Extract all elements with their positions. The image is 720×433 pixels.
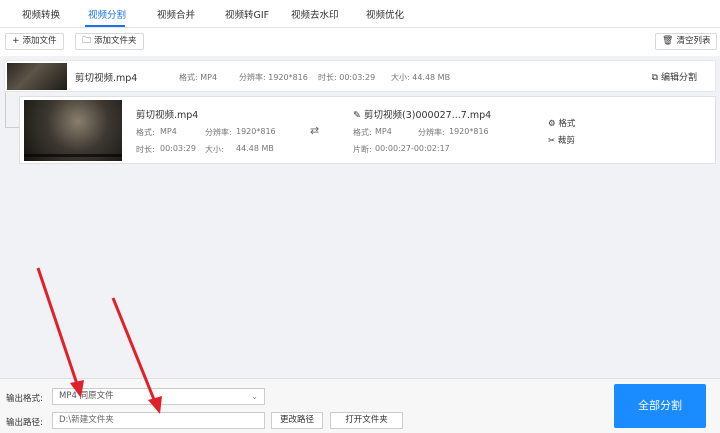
split-icon: ⧉	[651, 73, 659, 83]
clip-duration-value: 00:03:29	[160, 144, 196, 153]
trash-icon: 🗑	[662, 36, 674, 46]
source-file-name: 剪切视频.mp4	[75, 73, 138, 84]
split-all-button[interactable]: 全部分割	[614, 384, 706, 428]
output-path-field-label: 输出路径:	[6, 418, 43, 428]
output-path-input[interactable]: D:\新建文件夹	[52, 412, 265, 429]
clear-list-button[interactable]: 🗑 清空列表	[655, 33, 718, 50]
output-format-field-label: 输出格式:	[6, 394, 43, 404]
output-format-value: MP4	[375, 127, 392, 136]
output-resolution-value: 1920*816	[449, 127, 489, 136]
tab-video-to-gif[interactable]: 视频转GIF	[225, 7, 269, 21]
tab-video-merge[interactable]: 视频合并	[157, 7, 195, 21]
add-folder-button[interactable]: 🗀 添加文件夹	[75, 33, 144, 50]
clip-size-label: 大小:	[205, 145, 224, 154]
output-settings-panel: 输出格式: MP4 同原文件 ⌄ 输出路径: D:\新建文件夹 更改路径 打开文…	[0, 378, 720, 433]
tab-video-convert[interactable]: 视频转换	[22, 7, 60, 21]
scissors-icon: ✂	[548, 136, 556, 146]
clip-duration-label: 时长:	[136, 145, 155, 154]
add-file-button[interactable]: + 添加文件	[5, 33, 64, 50]
clip-size-value: 44.48 MB	[236, 144, 274, 153]
source-format: 格式: MP4	[179, 73, 218, 82]
segment-label: 片断:	[353, 145, 372, 154]
output-format-selected: MP4 同原文件	[59, 391, 114, 401]
add-file-label: 添加文件	[22, 36, 57, 46]
source-duration: 时长: 00:03:29	[318, 73, 376, 82]
source-file-row[interactable]: 剪切视频.mp4 格式: MP4 分辨率: 1920*816 时长: 00:03…	[4, 60, 716, 92]
gear-icon: ⚙	[548, 119, 556, 129]
source-resolution: 分辨率: 1920*816	[239, 73, 308, 82]
clear-list-label: 清空列表	[676, 36, 711, 46]
clip-resolution-value: 1920*816	[236, 127, 276, 136]
segment-value: 00:00:27-00:02:17	[375, 144, 450, 153]
cut-button[interactable]: ✂ 裁剪	[548, 134, 575, 146]
clip-resolution-label: 分辨率:	[205, 128, 232, 137]
shuffle-icon: ⇄	[310, 124, 320, 137]
format-settings-label: 格式	[558, 119, 576, 129]
tree-connector	[5, 92, 6, 127]
add-folder-label: 添加文件夹	[94, 36, 137, 46]
output-file-name[interactable]: ✎ 剪切视频(3)000027...7.mp4	[353, 107, 491, 121]
edit-split-label: 编辑分割	[660, 73, 697, 83]
output-file-name-text: 剪切视频(3)000027...7.mp4	[364, 110, 492, 121]
toolbar: + 添加文件 🗀 添加文件夹 🗑 清空列表	[0, 28, 720, 56]
source-thumbnail	[7, 63, 67, 90]
output-resolution-label: 分辨率:	[418, 128, 445, 137]
tab-video-split[interactable]: 视频分割	[88, 7, 126, 21]
clip-card[interactable]: 剪切视频.mp4 格式: MP4 分辨率: 1920*816 时长: 00:03…	[19, 96, 716, 164]
chevron-down-icon: ⌄	[251, 392, 258, 401]
source-size: 大小: 44.48 MB	[391, 73, 451, 82]
folder-icon: 🗀	[82, 36, 92, 46]
file-list-area: 剪切视频.mp4 格式: MP4 分辨率: 1920*816 时长: 00:03…	[0, 56, 720, 378]
open-folder-button[interactable]: 打开文件夹	[330, 412, 403, 429]
cut-label: 裁剪	[557, 136, 575, 146]
clip-thumbnail	[24, 100, 122, 161]
output-format-label: 格式:	[353, 128, 372, 137]
tab-remove-watermark[interactable]: 视频去水印	[291, 7, 339, 21]
tab-bar: 视频转换 视频分割 视频合并 视频转GIF 视频去水印 视频优化	[0, 0, 720, 28]
format-settings-button[interactable]: ⚙ 格式	[548, 117, 575, 129]
output-format-select[interactable]: MP4 同原文件 ⌄	[52, 388, 265, 405]
clip-format-label: 格式:	[136, 128, 155, 137]
plus-icon: +	[12, 36, 20, 46]
clip-file-name: 剪切视频.mp4	[136, 110, 199, 121]
tab-video-optimize[interactable]: 视频优化	[366, 7, 404, 21]
edit-split-button[interactable]: ⧉ 编辑分割	[652, 70, 697, 83]
change-path-button[interactable]: 更改路径	[271, 412, 323, 429]
active-tab-indicator	[85, 25, 125, 27]
pencil-icon: ✎	[353, 110, 361, 121]
clip-format-value: MP4	[160, 127, 177, 136]
